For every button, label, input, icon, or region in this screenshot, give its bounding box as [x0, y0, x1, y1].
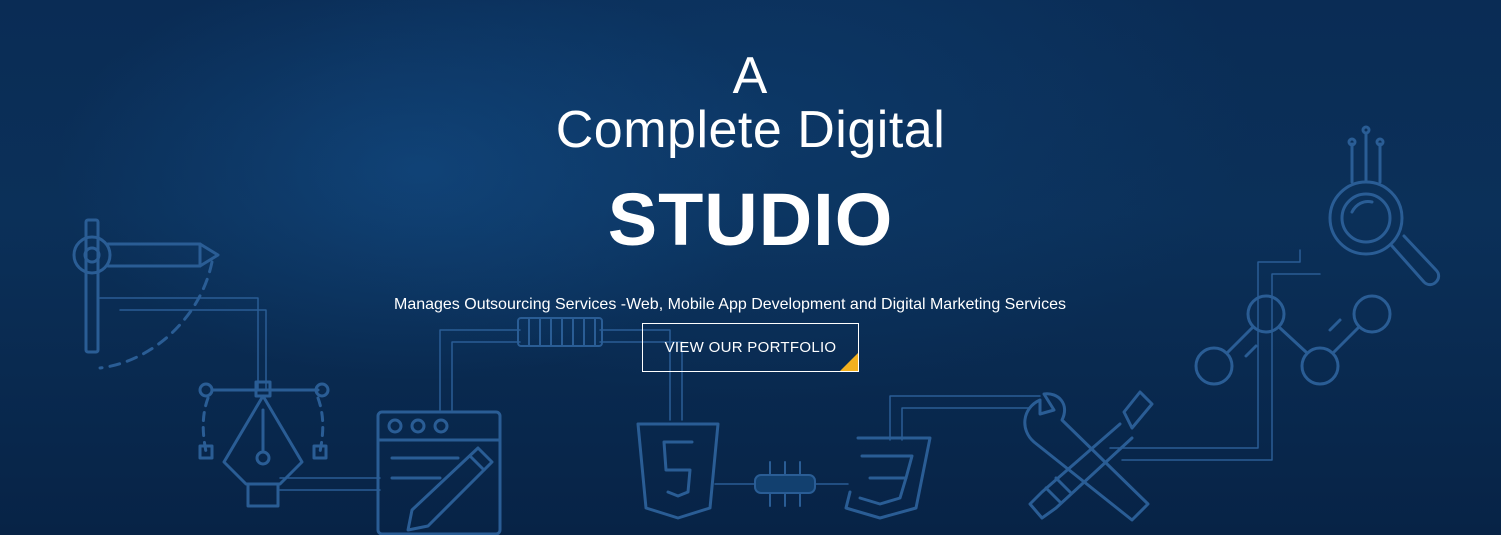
- headline-complete-digital: Complete Digital: [555, 101, 946, 159]
- view-portfolio-label: VIEW OUR PORTFOLIO: [664, 339, 837, 356]
- connector-chip-icon: [517, 317, 603, 347]
- headline-studio: STUDIO: [607, 178, 894, 261]
- html5-icon: [636, 422, 720, 520]
- headline-line-a: A: [732, 47, 769, 105]
- corner-accent: [840, 353, 858, 371]
- css3-icon: [844, 436, 932, 520]
- pen-tool-icon: [198, 380, 330, 508]
- connector-node-icon: [754, 461, 816, 507]
- wrench-screwdriver-icon: [1023, 390, 1154, 522]
- view-portfolio-button[interactable]: VIEW OUR PORTFOLIO: [642, 323, 859, 372]
- hero-tagline: Manages Outsourcing Services -Web, Mobil…: [393, 296, 1067, 313]
- web-editor-icon: [376, 410, 502, 535]
- hero-banner: A Complete Digital STUDIO Manages Outsou…: [0, 0, 1501, 535]
